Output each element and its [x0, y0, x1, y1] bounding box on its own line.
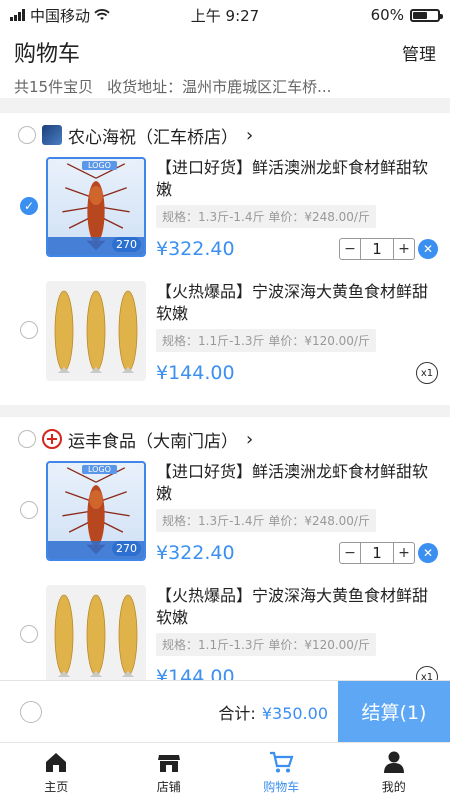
chevron-right-icon: ›	[246, 428, 254, 450]
shop-header[interactable]: 农心海祝（汇车桥店） ›	[0, 113, 450, 157]
cart-header: 购物车 管理 共15件宝贝 收货地址：温州市鹿城区汇车桥...	[0, 30, 450, 98]
price-row: ¥144.00 x1	[156, 362, 438, 384]
image-logo-tag: LOGO	[82, 161, 117, 170]
decrease-button[interactable]: −	[340, 241, 360, 257]
quantity-value[interactable]: 1	[360, 543, 394, 563]
tab-label: 主页	[44, 779, 69, 794]
product-image[interactable]: LOGO 270	[46, 157, 146, 257]
delete-icon[interactable]: ✕	[418, 239, 438, 259]
item-select-checkbox[interactable]: ✓	[20, 197, 38, 215]
shop-logo	[42, 125, 62, 145]
total-value: ¥350.00	[261, 703, 328, 723]
chevron-right-icon: ›	[246, 124, 254, 146]
cart-item[interactable]: ✓ LOGO 270 【进口好货】鲜活澳洲龙虾食材鲜甜软嫩规格：1.3斤-1.4斤 单…	[0, 157, 450, 281]
quantity-controls: −1 + ✕	[339, 542, 438, 564]
shop-header[interactable]: 运丰食品（大南门店） ›	[0, 417, 450, 461]
carrier-label: 中国移动	[30, 6, 91, 25]
product-info: 【火热爆品】宁波深海大黄鱼食材鲜甜软嫩规格：1.1斤-1.3斤 单价：¥120.…	[156, 585, 438, 680]
product-image[interactable]	[46, 585, 146, 680]
product-title[interactable]: 【火热爆品】宁波深海大黄鱼食材鲜甜软嫩	[156, 585, 438, 629]
tab-home[interactable]: 主页	[0, 743, 113, 800]
product-spec[interactable]: 规格：1.3斤-1.4斤 单价：¥248.00/斤	[156, 205, 376, 228]
item-count: 共15件宝贝	[14, 78, 94, 96]
shop-card: 农心海祝（汇车桥店） › ✓ LOGO 270 【进口好货】鲜活澳洲龙虾食材鲜甜软嫩规格：…	[0, 113, 450, 405]
decrease-button[interactable]: −	[340, 545, 360, 561]
quantity-badge: x1	[416, 362, 438, 384]
product-info: 【进口好货】鲜活澳洲龙虾食材鲜甜软嫩规格：1.3斤-1.4斤 单价：¥248.0…	[156, 157, 438, 260]
shop-icon	[157, 754, 180, 772]
signal-icon	[10, 9, 25, 21]
image-price-tag: 270	[112, 237, 141, 252]
cart-item[interactable]: LOGO 270 【进口好货】鲜活澳洲龙虾食材鲜甜软嫩规格：1.3斤-1.4斤 单价…	[0, 461, 450, 585]
home-icon	[46, 752, 67, 772]
total-area: 合计: ¥350.00	[218, 700, 328, 724]
checkout-bar: 合计: ¥350.00 结算(1)	[0, 680, 450, 743]
shop-name[interactable]: 运丰食品（大南门店）	[68, 427, 238, 452]
shop-card: 运丰食品（大南门店） › LOGO 270 【进口好货】鲜活澳洲龙虾食材鲜甜软嫩规格：1…	[0, 417, 450, 680]
product-image[interactable]: LOGO 270	[46, 461, 146, 561]
price-row: ¥322.40 −1 + ✕	[156, 542, 438, 564]
select-all-checkbox[interactable]	[20, 700, 42, 723]
shop-logo	[42, 429, 62, 449]
cart-item[interactable]: 【火热爆品】宁波深海大黄鱼食材鲜甜软嫩规格：1.1斤-1.3斤 单价：¥120.…	[0, 585, 450, 680]
tab-user[interactable]: 我的	[338, 743, 450, 800]
quantity-stepper: −1 +	[339, 238, 415, 260]
product-image[interactable]	[46, 281, 146, 381]
status-time: 上午 9:27	[190, 6, 260, 25]
image-price-tag: 270	[112, 541, 141, 556]
quantity-stepper: −1 +	[339, 542, 415, 564]
product-price: ¥322.40	[156, 542, 235, 564]
tab-cart[interactable]: 购物车	[225, 743, 338, 800]
page-title: 购物车	[14, 42, 81, 67]
quantity-value[interactable]: 1	[360, 239, 394, 259]
header-row: 购物车 管理	[14, 36, 436, 68]
tab-label: 购物车	[263, 779, 300, 794]
product-info: 【火热爆品】宁波深海大黄鱼食材鲜甜软嫩规格：1.1斤-1.3斤 单价：¥120.…	[156, 281, 438, 384]
item-select-checkbox[interactable]	[20, 625, 38, 643]
shop-select-checkbox[interactable]	[18, 430, 36, 448]
shop-select-checkbox[interactable]	[18, 126, 36, 144]
cart-icon	[270, 751, 294, 772]
tab-shop[interactable]: 店铺	[113, 743, 226, 800]
tab-bar: 主页 店铺 购物车 我的	[0, 742, 450, 800]
product-title[interactable]: 【进口好货】鲜活澳洲龙虾食材鲜甜软嫩	[156, 157, 438, 201]
manage-button[interactable]: 管理	[402, 40, 436, 65]
image-logo-tag: LOGO	[82, 465, 117, 474]
product-info: 【进口好货】鲜活澳洲龙虾食材鲜甜软嫩规格：1.3斤-1.4斤 单价：¥248.0…	[156, 461, 438, 564]
cart-summary: 共15件宝贝 收货地址：温州市鹿城区汇车桥...	[14, 76, 436, 97]
price-row: ¥144.00 x1	[156, 666, 438, 680]
total-label: 合计:	[218, 703, 256, 723]
cart-item[interactable]: 【火热爆品】宁波深海大黄鱼食材鲜甜软嫩规格：1.1斤-1.3斤 单价：¥120.…	[0, 281, 450, 405]
tab-label: 店铺	[156, 779, 181, 794]
battery-icon	[409, 8, 443, 22]
product-title[interactable]: 【火热爆品】宁波深海大黄鱼食材鲜甜软嫩	[156, 281, 438, 325]
user-icon	[383, 751, 404, 773]
status-left: 中国移动	[10, 5, 153, 26]
battery-percent: 60%	[370, 6, 404, 24]
product-spec[interactable]: 规格：1.1斤-1.3斤 单价：¥120.00/斤	[156, 633, 376, 656]
product-title[interactable]: 【进口好货】鲜活澳洲龙虾食材鲜甜软嫩	[156, 461, 438, 505]
quantity-badge: x1	[416, 666, 438, 680]
quantity-controls: −1 + ✕	[339, 238, 438, 260]
product-price: ¥144.00	[156, 362, 235, 384]
shop-name[interactable]: 农心海祝（汇车桥店）	[68, 123, 238, 148]
price-row: ¥322.40 −1 + ✕	[156, 238, 438, 260]
wifi-icon	[94, 9, 110, 20]
status-bar: 中国移动 上午 9:27 60%	[0, 0, 450, 30]
cart-list[interactable]: 农心海祝（汇车桥店） › ✓ LOGO 270 【进口好货】鲜活澳洲龙虾食材鲜甜软嫩 规格：…	[0, 113, 450, 680]
delivery-address[interactable]: 收货地址：温州市鹿城区汇车桥...	[107, 78, 331, 96]
item-select-checkbox[interactable]	[20, 501, 38, 519]
checkout-button[interactable]: 结算(1)	[338, 680, 450, 743]
increase-button[interactable]: +	[394, 545, 414, 561]
product-spec[interactable]: 规格：1.1斤-1.3斤 单价：¥120.00/斤	[156, 329, 376, 352]
item-select-checkbox[interactable]	[20, 321, 38, 339]
product-spec[interactable]: 规格：1.3斤-1.4斤 单价：¥248.00/斤	[156, 509, 376, 532]
product-price: ¥322.40	[156, 238, 235, 260]
delete-icon[interactable]: ✕	[418, 543, 438, 563]
increase-button[interactable]: +	[394, 241, 414, 257]
status-right: 60%	[297, 6, 443, 24]
battery-fill	[412, 11, 428, 19]
product-price: ¥144.00	[156, 666, 235, 680]
tab-label: 我的	[381, 779, 406, 794]
